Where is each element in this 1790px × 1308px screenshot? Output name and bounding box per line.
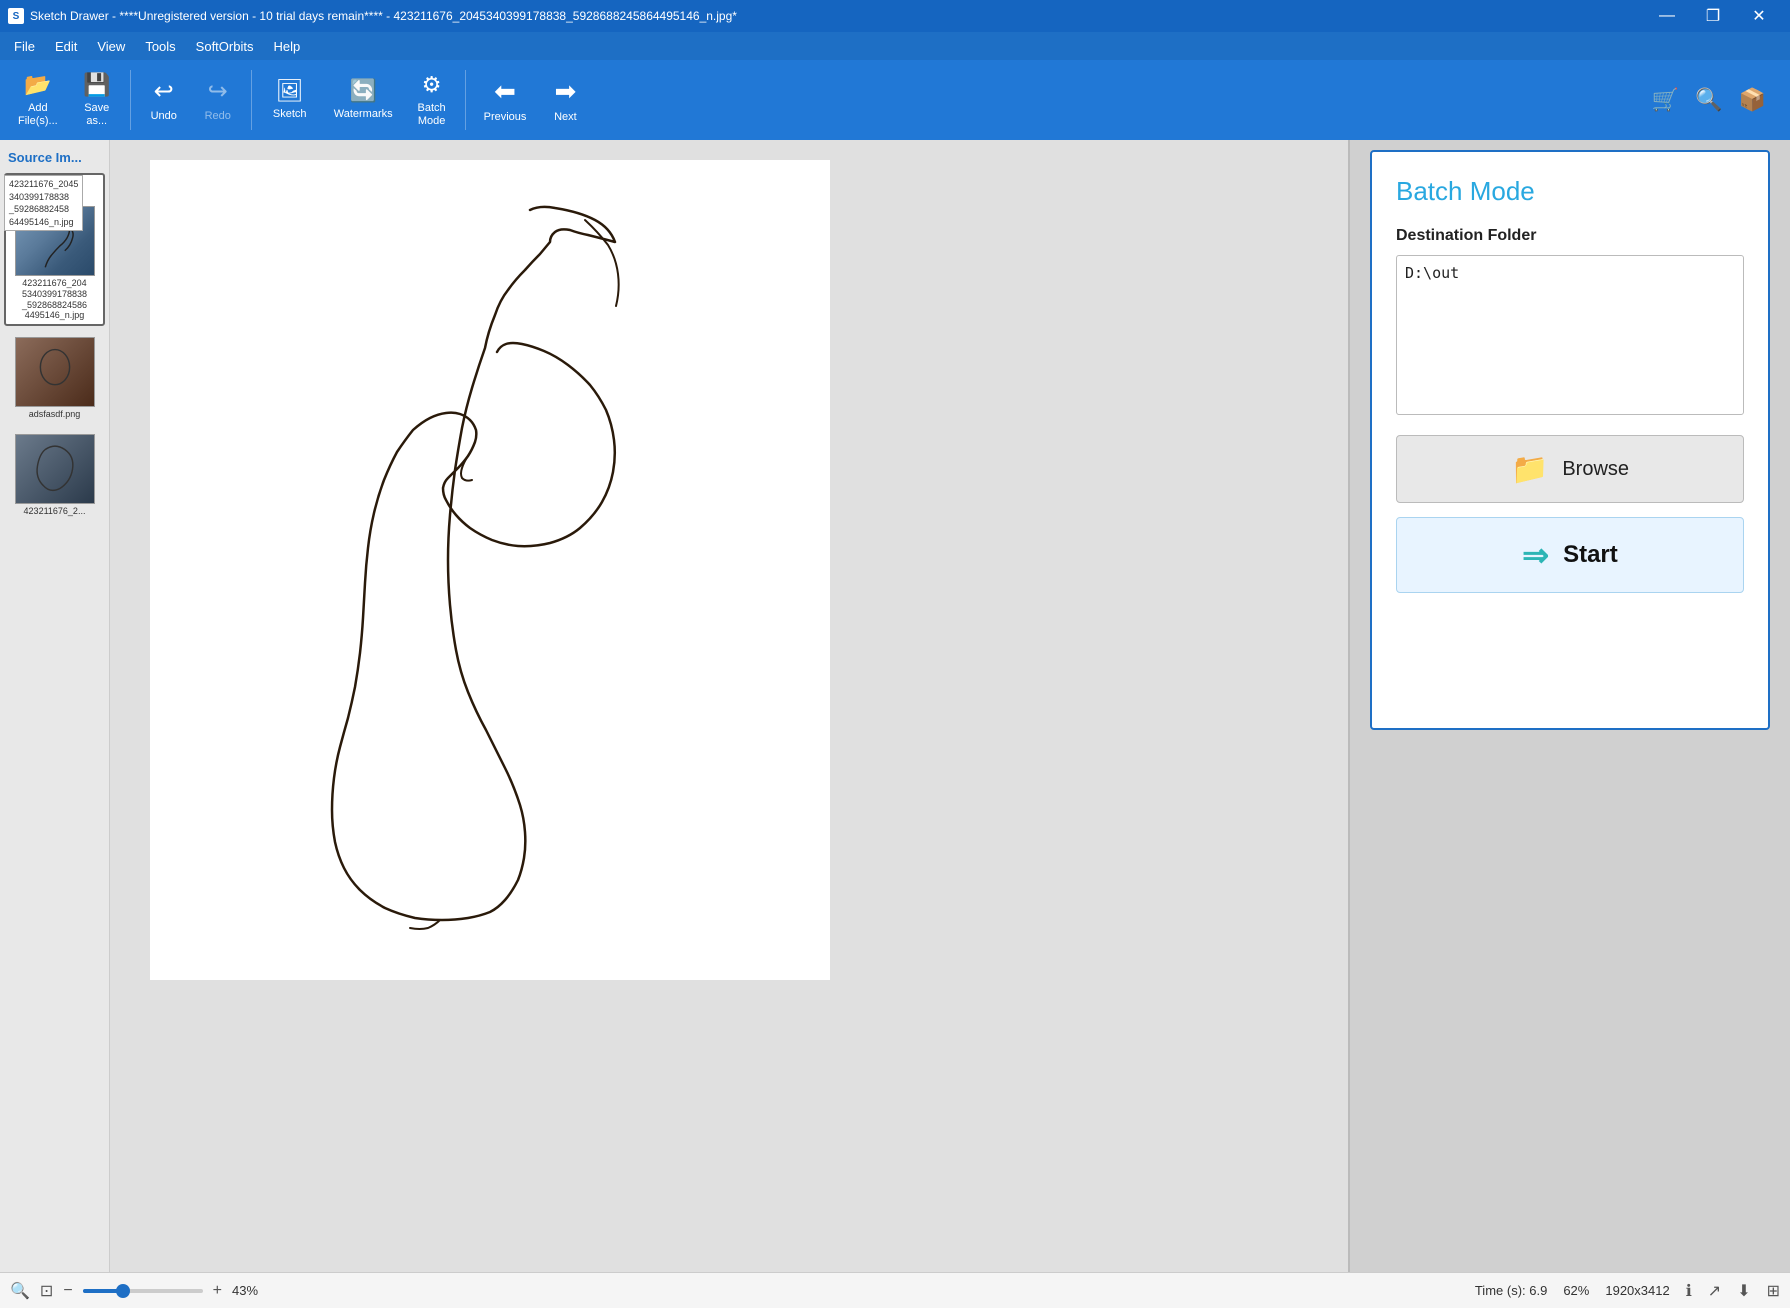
sidebar-item-3[interactable]: 423211676_2... bbox=[4, 431, 105, 520]
minimize-button[interactable]: — bbox=[1644, 0, 1690, 32]
box3d-icon[interactable]: 📦 bbox=[1735, 83, 1770, 117]
toolbar-sep-3 bbox=[465, 70, 466, 130]
save-as-label: Saveas... bbox=[84, 102, 109, 128]
next-button[interactable]: ➡ Next bbox=[540, 66, 590, 134]
menu-edit[interactable]: Edit bbox=[45, 35, 87, 58]
zoom-slider-fill bbox=[83, 1289, 119, 1293]
redo-button[interactable]: ↪ Redo bbox=[193, 66, 243, 134]
menu-help[interactable]: Help bbox=[263, 35, 310, 58]
watermarks-button[interactable]: 🔄 Watermarks bbox=[324, 66, 403, 134]
app-icon: S bbox=[8, 8, 24, 24]
toolbar-sep-1 bbox=[130, 70, 131, 130]
sidebar-thumb-3 bbox=[15, 434, 95, 504]
browse-button[interactable]: 📁 Browse bbox=[1396, 435, 1744, 503]
title-bar-title: Sketch Drawer - ****Unregistered version… bbox=[30, 9, 737, 23]
maximize-button[interactable]: ❐ bbox=[1690, 0, 1736, 32]
batch-panel: Batch Mode Destination Folder 📁 Browse ⇒… bbox=[1370, 150, 1770, 730]
zoom-slider-container[interactable] bbox=[83, 1289, 203, 1293]
undo-icon: ↩ bbox=[154, 77, 174, 106]
batch-mode-button[interactable]: ⚙ BatchMode bbox=[407, 66, 457, 134]
zoom-fit-icon[interactable]: 🔍 bbox=[10, 1281, 30, 1301]
previous-button[interactable]: ⬅ Previous bbox=[474, 66, 537, 134]
sketch-svg bbox=[150, 160, 830, 980]
zoom-in-button[interactable]: + bbox=[213, 1282, 222, 1300]
start-arrow-icon: ⇒ bbox=[1522, 536, 1549, 574]
menu-tools[interactable]: Tools bbox=[135, 35, 185, 58]
redo-icon: ↪ bbox=[208, 77, 228, 106]
batch-mode-title: Batch Mode bbox=[1396, 176, 1744, 207]
batch-mode-label: BatchMode bbox=[418, 102, 446, 128]
zoom-out-button[interactable]: − bbox=[63, 1282, 72, 1300]
menu-file[interactable]: File bbox=[4, 35, 45, 58]
zoom-slider-thumb bbox=[116, 1284, 130, 1298]
sidebar-item-2[interactable]: adsfasdf.png bbox=[4, 334, 105, 423]
status-bar: 🔍 ⊡ − + 43% Time (s): 6.9 62% 1920x3412 … bbox=[0, 1272, 1790, 1308]
watermarks-icon: 🔄 bbox=[349, 78, 376, 104]
share-icon[interactable]: ↗ bbox=[1708, 1281, 1721, 1301]
previous-icon: ⬅ bbox=[494, 76, 516, 107]
canvas-drawing bbox=[150, 160, 830, 980]
start-label: Start bbox=[1563, 541, 1618, 569]
menu-bar: File Edit View Tools SoftOrbits Help bbox=[0, 32, 1790, 60]
add-files-button[interactable]: 📂 AddFile(s)... bbox=[8, 66, 68, 134]
title-bar: S Sketch Drawer - ****Unregistered versi… bbox=[0, 0, 1790, 32]
actual-size-icon[interactable]: ⊡ bbox=[40, 1281, 53, 1301]
sidebar-item-1[interactable]: 423211676_2045340399178838_5928688245864… bbox=[4, 173, 105, 326]
zoom-slider[interactable] bbox=[83, 1289, 203, 1293]
sidebar-title: Source Im... bbox=[4, 148, 105, 173]
undo-button[interactable]: ↩ Undo bbox=[139, 66, 189, 134]
next-icon: ➡ bbox=[555, 76, 577, 107]
menu-softorbits[interactable]: SoftOrbits bbox=[186, 35, 264, 58]
browse-folder-icon: 📁 bbox=[1511, 452, 1548, 487]
menu-view[interactable]: View bbox=[87, 35, 135, 58]
toolbar: 📂 AddFile(s)... 💾 Saveas... ↩ Undo ↪ Red… bbox=[0, 60, 1790, 140]
add-files-label: AddFile(s)... bbox=[18, 102, 58, 128]
save-as-icon: 💾 bbox=[83, 72, 110, 98]
sketch-button[interactable]: 🖼 Sketch bbox=[260, 66, 320, 134]
sidebar: Source Im... 423211676_2045340399178838_… bbox=[0, 140, 110, 1272]
status-right: Time (s): 6.9 62% 1920x3412 ℹ ↗ ⬇ ⊞ bbox=[1475, 1281, 1780, 1301]
previous-label: Previous bbox=[484, 111, 527, 124]
info-icon[interactable]: ℹ bbox=[1686, 1281, 1692, 1301]
toolbar-right: 🛒 🔍 📦 bbox=[1648, 83, 1782, 117]
sidebar-thumb-2 bbox=[15, 337, 95, 407]
close-button[interactable]: ✕ bbox=[1736, 0, 1782, 32]
main-area: Source Im... 423211676_2045340399178838_… bbox=[0, 140, 1790, 1272]
grid-icon[interactable]: ⊞ bbox=[1767, 1281, 1780, 1301]
add-files-icon: 📂 bbox=[24, 72, 51, 98]
save-status-icon[interactable]: ⬇ bbox=[1737, 1281, 1750, 1301]
watermarks-label: Watermarks bbox=[334, 108, 393, 121]
canvas-area[interactable] bbox=[110, 140, 1350, 1272]
undo-label: Undo bbox=[151, 110, 177, 123]
sidebar-label-2: adsfasdf.png bbox=[29, 409, 81, 420]
zoom-percent-label: 62% bbox=[1563, 1283, 1589, 1298]
search-icon[interactable]: 🔍 bbox=[1691, 83, 1726, 117]
zoom-value-label: 43% bbox=[232, 1283, 258, 1298]
toolbar-sep-2 bbox=[251, 70, 252, 130]
right-panel-bg: Batch Mode Destination Folder 📁 Browse ⇒… bbox=[1350, 140, 1790, 1272]
destination-folder-label: Destination Folder bbox=[1396, 227, 1744, 245]
browse-label: Browse bbox=[1562, 458, 1629, 481]
start-button[interactable]: ⇒ Start bbox=[1396, 517, 1744, 593]
sketch-label: Sketch bbox=[273, 108, 307, 121]
cart-icon[interactable]: 🛒 bbox=[1648, 83, 1683, 117]
sketch-icon: 🖼 bbox=[276, 78, 304, 104]
sidebar-label-1: 423211676_2045340399178838_5928688245864… bbox=[22, 278, 87, 321]
redo-label: Redo bbox=[205, 110, 231, 123]
next-label: Next bbox=[554, 111, 577, 124]
save-as-button[interactable]: 💾 Saveas... bbox=[72, 66, 122, 134]
tooltip-1: 423211676_2045340399178838_5928688245864… bbox=[4, 175, 83, 231]
batch-mode-icon: ⚙ bbox=[422, 72, 442, 98]
destination-folder-input[interactable] bbox=[1396, 255, 1744, 415]
sidebar-label-3: 423211676_2... bbox=[24, 506, 86, 517]
resolution-label: 1920x3412 bbox=[1605, 1283, 1669, 1298]
window-controls: — ❐ ✕ bbox=[1644, 0, 1782, 32]
time-label: Time (s): 6.9 bbox=[1475, 1283, 1547, 1298]
